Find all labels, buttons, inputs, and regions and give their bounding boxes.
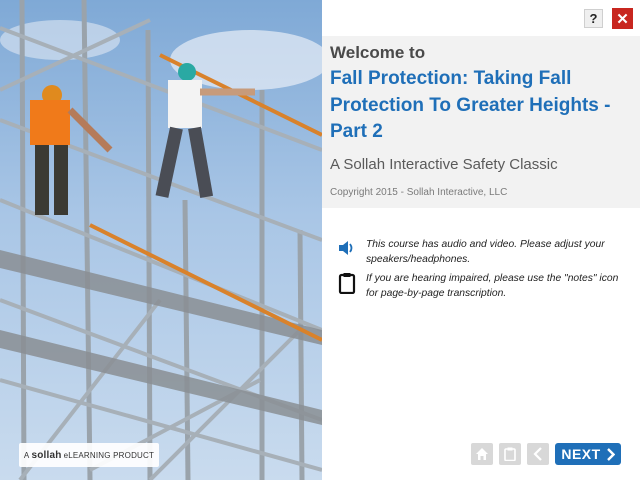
brand-suffix: eLEARNING PRODUCT xyxy=(63,450,155,460)
copyright-text: Copyright 2015 - Sollah Interactive, LLC xyxy=(330,187,508,198)
question-icon: ? xyxy=(589,11,598,26)
back-button[interactable] xyxy=(527,443,549,465)
audio-notice: This course has audio and video. Please … xyxy=(336,238,626,267)
brand-name: sollah xyxy=(31,449,62,461)
close-icon: ✕ xyxy=(616,10,629,28)
clipboard-icon xyxy=(336,272,358,294)
chevron-right-icon xyxy=(606,447,615,461)
brand-badge: A sollah eLEARNING PRODUCT xyxy=(19,443,159,467)
course-subtitle: A Sollah Interactive Safety Classic xyxy=(330,156,558,173)
notes-button[interactable] xyxy=(499,443,521,465)
help-button[interactable]: ? xyxy=(584,9,603,28)
home-icon xyxy=(476,448,488,460)
audio-notice-text: This course has audio and video. Please … xyxy=(366,239,605,265)
chevron-left-icon xyxy=(533,447,542,461)
hero-photo-scaffolding: A sollah eLEARNING PRODUCT xyxy=(0,0,322,480)
notes-notice: If you are hearing impaired, please use … xyxy=(336,272,626,301)
brand-prefix: A xyxy=(23,450,30,460)
close-button[interactable]: ✕ xyxy=(612,8,633,29)
scaffolding-illustration xyxy=(0,0,322,480)
welcome-heading: Welcome to xyxy=(330,43,426,62)
next-label: NEXT xyxy=(561,446,601,462)
home-button[interactable] xyxy=(471,443,493,465)
clipboard-icon xyxy=(504,447,516,461)
notes-notice-text: If you are hearing impaired, please use … xyxy=(366,273,619,299)
next-button[interactable]: NEXT xyxy=(555,443,621,465)
course-title: Fall Protection: Taking Fall Protection … xyxy=(330,68,611,142)
speaker-icon xyxy=(336,238,358,260)
